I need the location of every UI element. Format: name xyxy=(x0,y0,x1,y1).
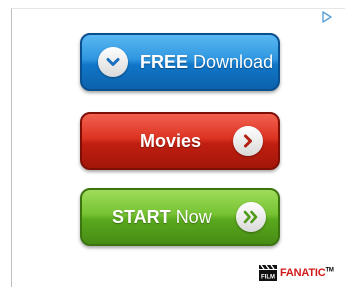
start-now-label: START Now xyxy=(112,206,212,227)
movies-label: Movies xyxy=(140,130,202,151)
chevron-right-icon xyxy=(233,126,264,156)
movies-button[interactable]: Movies xyxy=(80,112,280,170)
free-download-button[interactable]: FREE Download xyxy=(80,33,280,91)
logo-brand-text: FANATICTM xyxy=(280,267,334,279)
double-chevron-right-icon xyxy=(235,202,266,232)
chevron-down-icon xyxy=(98,47,128,77)
adchoices-icon[interactable] xyxy=(320,10,334,24)
start-now-button[interactable]: START Now xyxy=(80,188,280,246)
clapperboard-icon: FILM xyxy=(259,264,277,281)
logo-film-text: FILM xyxy=(261,275,275,281)
film-fanatic-logo[interactable]: FILM FANATICTM xyxy=(258,264,334,282)
free-download-label: FREE Download xyxy=(140,51,274,72)
